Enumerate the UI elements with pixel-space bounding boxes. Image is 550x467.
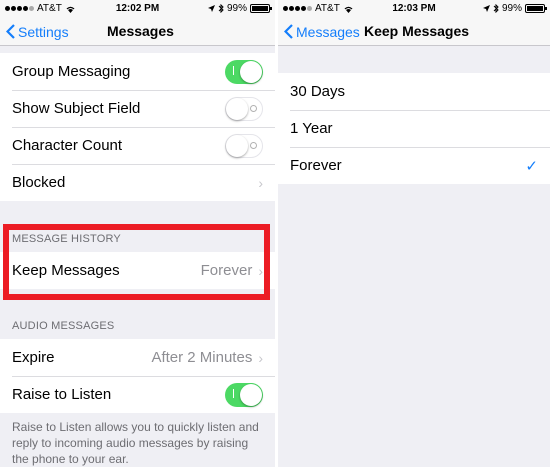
option-30-days[interactable]: 30 Days: [278, 73, 550, 110]
row-label: Expire: [12, 349, 55, 366]
messages-settings-screen: AT&T 12:02 PM 99% Settings Messages Grou…: [0, 0, 275, 467]
checkmark-icon: ✓: [525, 157, 538, 175]
back-label: Settings: [18, 23, 69, 40]
group-messaging-toggle[interactable]: [225, 59, 263, 84]
option-1-year[interactable]: 1 Year: [278, 110, 550, 147]
status-bar: AT&T 12:02 PM 99%: [0, 0, 275, 17]
back-button[interactable]: Settings: [6, 17, 69, 46]
keep-options-group: 30 Days 1 Year Forever ✓: [278, 73, 550, 184]
expire-value: After 2 Minutes: [151, 349, 253, 366]
group-messaging-row: Group Messaging: [0, 53, 275, 90]
battery-fill: [252, 6, 268, 11]
signal-dots-icon: [283, 6, 312, 11]
page-title: Keep Messages: [364, 23, 470, 39]
chevron-right-icon: ›: [258, 174, 263, 191]
bluetooth-icon: [493, 4, 499, 13]
row-label: Blocked: [12, 174, 66, 191]
row-label: Character Count: [12, 137, 123, 154]
back-chevron-icon: [6, 24, 15, 39]
expire-row[interactable]: Expire After 2 Minutes ›: [0, 339, 275, 376]
location-icon: [482, 5, 490, 12]
raise-to-listen-footer: Raise to Listen allows you to quickly li…: [12, 420, 259, 466]
status-bar: AT&T 12:03 PM 99%: [278, 0, 550, 17]
battery-percent: 99%: [226, 3, 247, 14]
row-label: Group Messaging: [12, 63, 131, 80]
wifi-icon: [344, 6, 353, 13]
option-label: Forever: [290, 157, 342, 174]
back-label: Messages: [296, 23, 360, 40]
option-forever[interactable]: Forever ✓: [278, 147, 550, 184]
character-count-row: Character Count: [0, 127, 275, 164]
show-subject-field-row: Show Subject Field: [0, 90, 275, 127]
option-label: 1 Year: [290, 120, 333, 137]
audio-messages-header: AUDIO MESSAGES: [12, 320, 115, 332]
carrier-label: AT&T: [37, 3, 62, 14]
row-label: Show Subject Field: [12, 100, 141, 117]
navigation-bar: Settings Messages: [0, 17, 275, 46]
bluetooth-icon: [218, 4, 224, 13]
battery-percent: 99%: [501, 3, 522, 14]
page-title: Messages: [107, 23, 174, 39]
blocked-row[interactable]: Blocked ›: [0, 164, 275, 201]
row-label: Raise to Listen: [12, 386, 112, 403]
keep-messages-screen: AT&T 12:03 PM 99% Messages Keep Messages…: [278, 0, 550, 467]
messaging-options-group: Group Messaging Show Subject Field Chara…: [0, 53, 275, 201]
back-chevron-icon: [284, 24, 293, 39]
audio-messages-group: Expire After 2 Minutes › Raise to Listen: [0, 339, 275, 413]
navigation-bar: Messages Keep Messages: [278, 17, 550, 46]
character-count-toggle[interactable]: [225, 133, 263, 158]
raise-to-listen-row: Raise to Listen: [0, 376, 275, 413]
raise-to-listen-toggle[interactable]: [225, 382, 263, 407]
location-icon: [207, 5, 215, 12]
battery-icon: [525, 4, 547, 13]
option-label: 30 Days: [290, 83, 346, 100]
battery-icon: [250, 4, 272, 13]
show-subject-field-toggle[interactable]: [225, 96, 263, 121]
signal-dots-icon: [5, 6, 34, 11]
chevron-right-icon: ›: [258, 349, 263, 366]
highlight-box: [3, 224, 270, 300]
back-button[interactable]: Messages: [284, 17, 360, 46]
battery-fill: [527, 6, 543, 11]
wifi-icon: [66, 6, 75, 13]
carrier-label: AT&T: [315, 3, 340, 14]
